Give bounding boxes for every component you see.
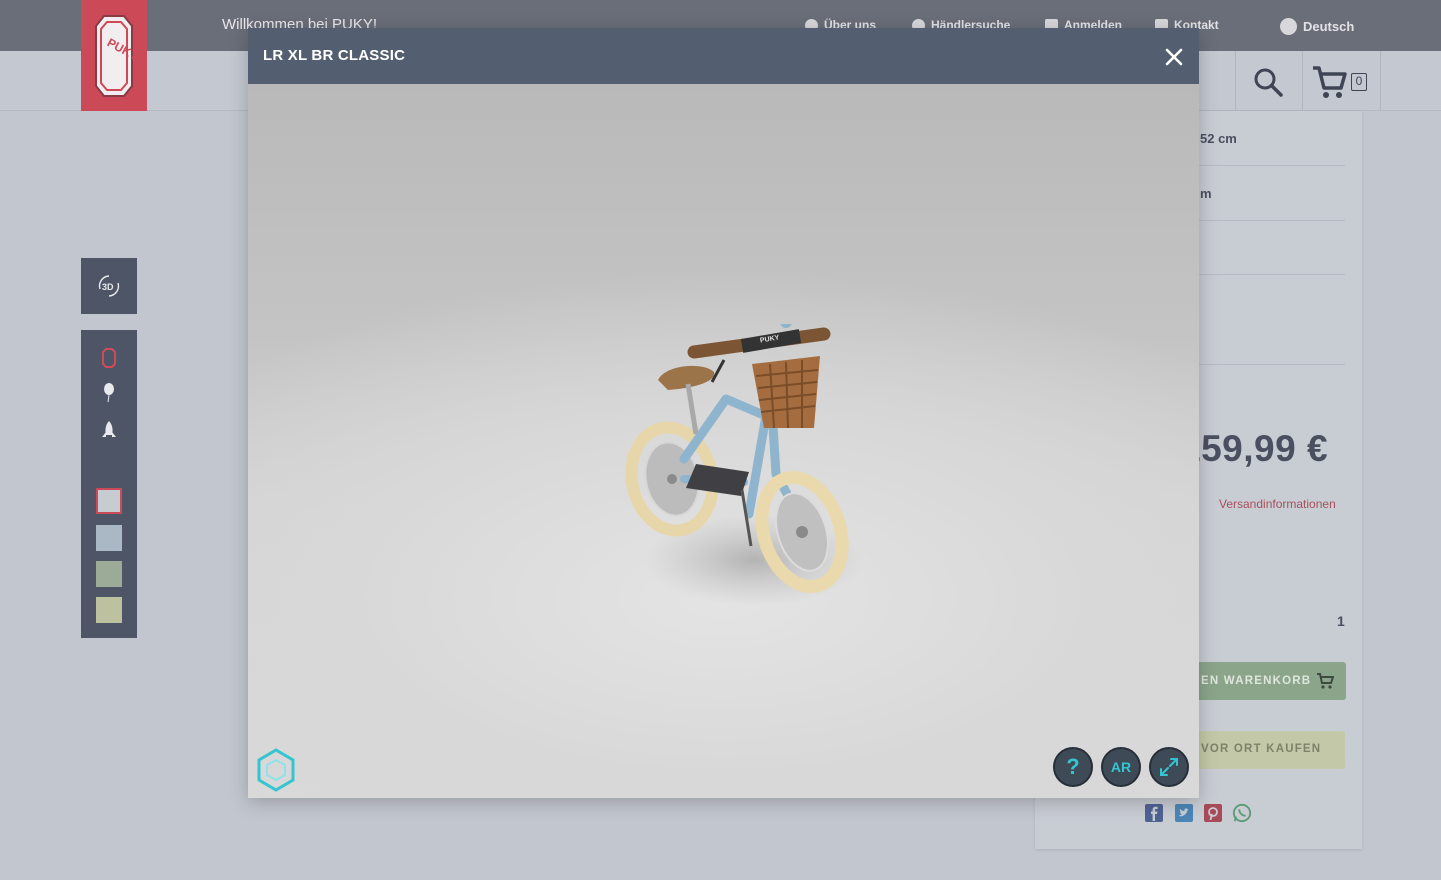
quantity-value[interactable]: 1 — [1337, 613, 1345, 629]
divider — [1380, 51, 1381, 111]
puky-badge-icon — [102, 348, 116, 368]
modal-title: LR XL BR CLASSIC — [263, 47, 406, 64]
close-icon[interactable] — [1165, 48, 1183, 66]
product-price: 159,99 € — [1180, 428, 1329, 469]
color-swatch[interactable] — [96, 525, 122, 551]
option-frame[interactable] — [98, 347, 120, 369]
divider — [1199, 364, 1345, 365]
view-3d-button[interactable]: 3D — [81, 258, 137, 314]
spec-value: m — [1200, 186, 1212, 201]
cart-icon — [1317, 673, 1334, 689]
product-3d-modal: LR XL BR CLASSIC PUKY ? AR — [248, 28, 1199, 798]
cart-icon[interactable] — [1311, 64, 1347, 100]
color-swatch[interactable] — [96, 597, 122, 623]
search-icon[interactable] — [1252, 66, 1284, 98]
ar-button[interactable]: AR — [1101, 747, 1141, 787]
divider — [1302, 51, 1303, 111]
divider — [1199, 274, 1345, 275]
cart-count-badge: 0 — [1351, 73, 1367, 91]
color-swatch[interactable] — [96, 561, 122, 587]
logo-mark: PUKY — [95, 15, 134, 97]
twitter-icon[interactable] — [1174, 803, 1194, 823]
facebook-icon[interactable] — [1144, 803, 1164, 823]
puky-logo[interactable]: PUKY — [81, 0, 147, 111]
balance-bike-model[interactable]: PUKY — [624, 324, 864, 624]
fullscreen-button[interactable] — [1149, 747, 1189, 787]
spec-value: 52 cm — [1200, 131, 1237, 146]
add-to-cart-label: EN WARENKORB — [1201, 675, 1312, 687]
3d-viewer-canvas[interactable]: PUKY ? AR — [248, 84, 1199, 798]
viewer-brand-icon[interactable] — [255, 747, 297, 793]
divider — [1199, 165, 1345, 166]
expand-icon — [1160, 758, 1178, 776]
language-selector[interactable]: Deutsch — [1280, 18, 1354, 35]
globe-icon — [1280, 18, 1297, 35]
buy-local-button[interactable]: VOR ORT KAUFEN — [1199, 731, 1345, 769]
rotate-3d-icon: 3D — [98, 275, 120, 297]
color-swatch-selected[interactable] — [96, 488, 122, 514]
divider — [1199, 220, 1345, 221]
rocket-icon — [102, 421, 116, 437]
pinterest-icon[interactable] — [1203, 803, 1223, 823]
divider — [1235, 51, 1236, 111]
modal-header: LR XL BR CLASSIC — [248, 28, 1199, 84]
option-accessory-rocket[interactable] — [98, 419, 120, 441]
balloon-icon — [104, 383, 114, 403]
whatsapp-icon[interactable] — [1232, 803, 1252, 823]
shipping-info-link[interactable]: Versandinformationen — [1219, 497, 1336, 511]
help-button[interactable]: ? — [1053, 747, 1093, 787]
configurator-panel — [81, 330, 137, 638]
option-accessory-balloon[interactable] — [98, 382, 120, 404]
add-to-cart-button[interactable]: EN WARENKORB — [1199, 662, 1346, 700]
svg-text:3D: 3D — [102, 282, 114, 292]
